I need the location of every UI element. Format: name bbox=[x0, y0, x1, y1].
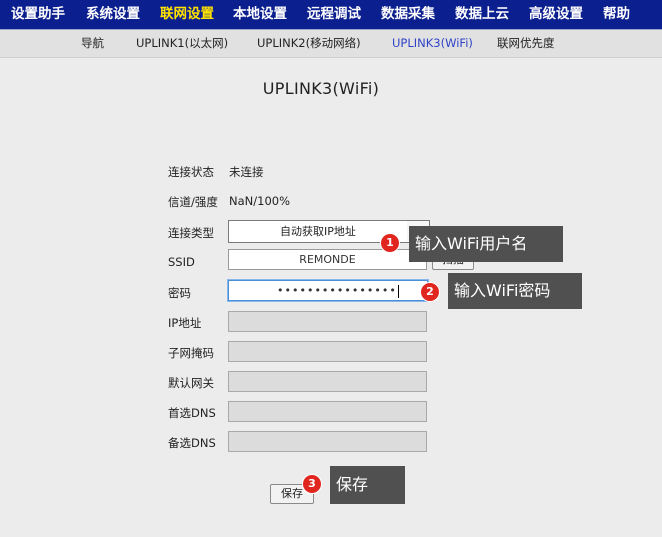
annotation-badge-3: 3 bbox=[303, 475, 321, 493]
conn-type-value: 自动获取IP地址 bbox=[280, 225, 356, 238]
top-nav-item-data-cloud[interactable]: 数据上云 bbox=[455, 0, 509, 29]
dns1-label: 首选DNS bbox=[168, 406, 216, 420]
status-value: 未连接 bbox=[229, 165, 264, 179]
annotation-text-1: 输入WiFi用户名 bbox=[415, 234, 528, 253]
sub-nav-item-priority[interactable]: 联网优先度 bbox=[497, 30, 555, 57]
dns1-input[interactable] bbox=[228, 401, 427, 422]
signal-label: 信道/强度 bbox=[168, 195, 218, 209]
dns2-label: 备选DNS bbox=[168, 436, 216, 450]
top-nav-item-help[interactable]: 帮助 bbox=[603, 0, 630, 29]
ssid-input[interactable]: REMONDE bbox=[228, 249, 427, 270]
dns2-input[interactable] bbox=[228, 431, 427, 452]
mask-label: 子网掩码 bbox=[168, 346, 214, 360]
annotation-callout-1: 输入WiFi用户名 bbox=[409, 226, 563, 262]
annotation-callout-3: 保存 bbox=[330, 466, 405, 504]
annotation-callout-2: 输入WiFi密码 bbox=[448, 273, 582, 309]
conn-type-select[interactable]: 自动获取IP地址 bbox=[228, 220, 430, 243]
top-nav-item-data-collection[interactable]: 数据采集 bbox=[381, 0, 435, 29]
ip-input[interactable] bbox=[228, 311, 427, 332]
sub-nav-item-uplink3[interactable]: UPLINK3(WiFi) bbox=[392, 30, 473, 57]
annotation-text-3: 保存 bbox=[336, 475, 369, 494]
signal-value: NaN/100% bbox=[229, 194, 291, 208]
annotation-text-2: 输入WiFi密码 bbox=[454, 281, 551, 300]
password-label: 密码 bbox=[168, 286, 191, 300]
sub-nav-item-uplink2[interactable]: UPLINK2(移动网络) bbox=[257, 30, 361, 57]
text-caret bbox=[397, 284, 399, 298]
top-nav-item-network-settings[interactable]: 联网设置 bbox=[160, 0, 214, 29]
page-title: UPLINK3(WiFi) bbox=[262, 79, 380, 98]
sub-nav-item-navigation[interactable]: 导航 bbox=[81, 30, 104, 57]
annotation-badge-2: 2 bbox=[421, 283, 439, 301]
status-label: 连接状态 bbox=[168, 165, 214, 179]
top-nav-item-remote-debug[interactable]: 远程调试 bbox=[307, 0, 361, 29]
top-nav-item-setup-wizard[interactable]: 设置助手 bbox=[11, 0, 65, 29]
sub-nav-item-uplink1[interactable]: UPLINK1(以太网) bbox=[136, 30, 228, 57]
conn-type-label: 连接类型 bbox=[168, 226, 214, 240]
top-nav-item-advanced-settings[interactable]: 高级设置 bbox=[529, 0, 583, 29]
annotation-badge-1: 1 bbox=[381, 234, 399, 252]
password-input[interactable]: •••••••••••••••• bbox=[228, 280, 428, 301]
top-nav: 设置助手 系统设置 联网设置 本地设置 远程调试 数据采集 数据上云 高级设置 … bbox=[0, 0, 662, 30]
mask-input[interactable] bbox=[228, 341, 427, 362]
ip-label: IP地址 bbox=[168, 316, 202, 330]
ssid-label: SSID bbox=[168, 255, 195, 269]
password-value: •••••••••••••••• bbox=[277, 284, 397, 297]
gateway-label: 默认网关 bbox=[168, 376, 214, 390]
top-nav-item-system-settings[interactable]: 系统设置 bbox=[86, 0, 140, 29]
gateway-input[interactable] bbox=[228, 371, 427, 392]
top-nav-item-local-settings[interactable]: 本地设置 bbox=[233, 0, 287, 29]
sub-nav: 导航 UPLINK1(以太网) UPLINK2(移动网络) UPLINK3(Wi… bbox=[0, 30, 662, 58]
